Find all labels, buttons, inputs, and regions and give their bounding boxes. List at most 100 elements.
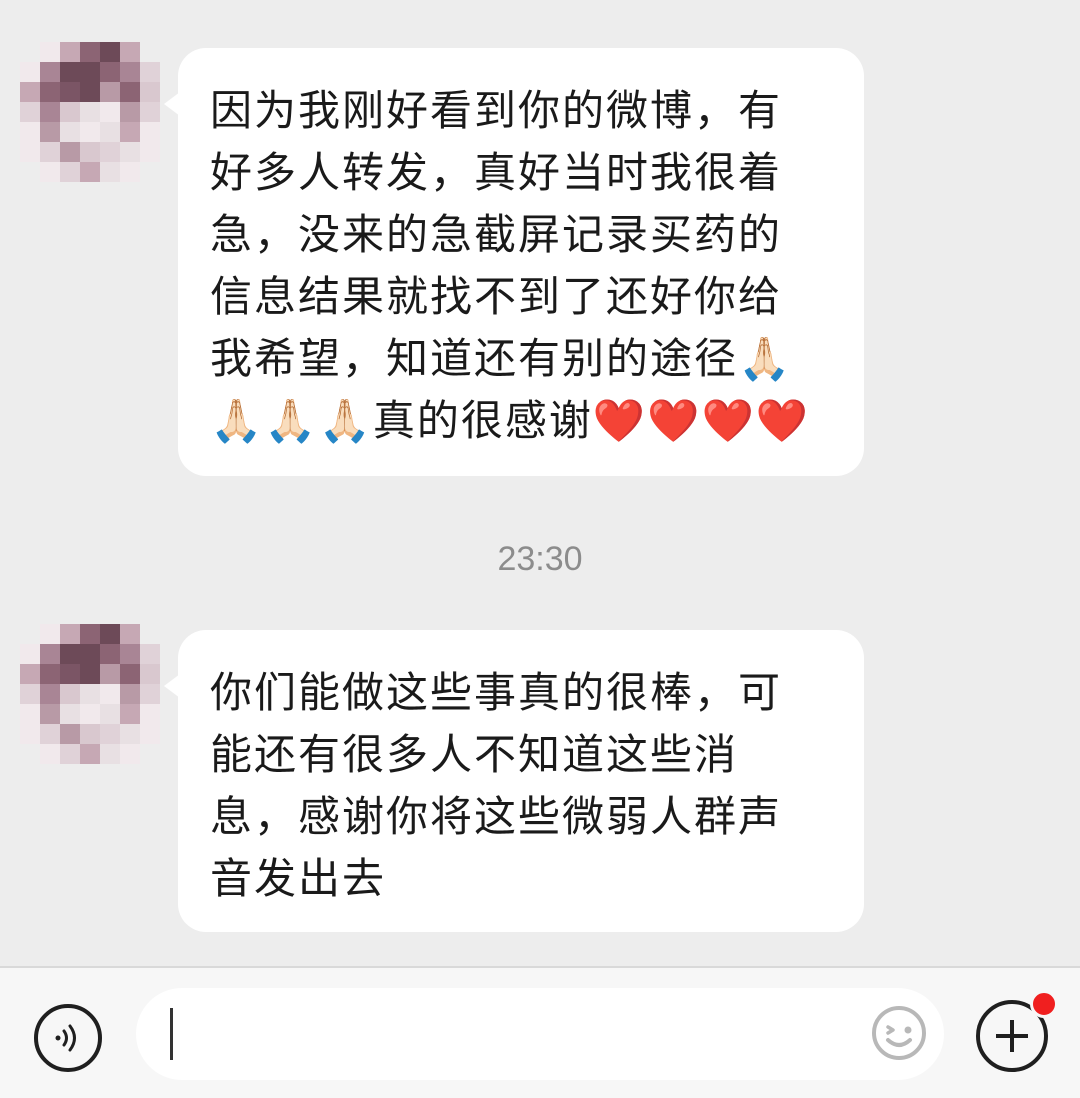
avatar-pixel [20, 724, 40, 744]
message-text-line: 我希望，知道还有别的途径🙏🏻 [210, 334, 793, 383]
avatar-pixel [20, 102, 40, 122]
avatar-pixel [140, 744, 160, 764]
avatar-pixel [80, 142, 100, 162]
avatar-pixel [80, 684, 100, 704]
avatar-pixel [40, 162, 60, 182]
avatar-pixel [140, 62, 160, 82]
notification-dot [1030, 990, 1058, 1018]
avatar-pixel [40, 62, 60, 82]
avatar-pixel [80, 102, 100, 122]
avatar-pixel [20, 684, 40, 704]
avatar-pixel [100, 102, 120, 122]
avatar-pixel [120, 624, 140, 644]
message-input-field[interactable] [136, 988, 944, 1080]
avatar-pixel [120, 62, 140, 82]
avatar-pixel [60, 724, 80, 744]
avatar-pixel [20, 62, 40, 82]
avatar-pixel [60, 102, 80, 122]
avatar-pixel [40, 744, 60, 764]
avatar-pixel [80, 664, 100, 684]
avatar-pixel [40, 684, 60, 704]
avatar-pixel [40, 102, 60, 122]
avatar-pixel [120, 102, 140, 122]
avatar-pixel [140, 624, 160, 644]
avatar-pixel [60, 162, 80, 182]
avatar-pixel [80, 624, 100, 644]
voice-input-button[interactable] [34, 1004, 102, 1072]
avatar-pixel [60, 744, 80, 764]
avatar-pixel [100, 644, 120, 664]
avatar-pixel [100, 42, 120, 62]
message-text-line: 信息结果就找不到了还好你给 [210, 272, 783, 321]
message-bubble[interactable]: 因为我刚好看到你的微博，有 好多人转发，真好当时我很着 急，没来的急截屏记录买药… [164, 48, 864, 476]
text-caret [170, 1008, 173, 1060]
message-text-line: 音发出去 [210, 854, 387, 903]
message-text-line: 能还有很多人不知道这些消 [210, 730, 739, 779]
avatar-pixel [100, 162, 120, 182]
avatar-pixel [120, 684, 140, 704]
avatar-pixel [60, 624, 80, 644]
avatar-pixel [120, 162, 140, 182]
avatar-pixel [20, 744, 40, 764]
message-text-line: 息，感谢你将这些微弱人群声 [210, 792, 783, 841]
contact-avatar[interactable] [20, 42, 160, 182]
message-text-line: 🙏🏻🙏🏻🙏🏻真的很感谢❤️❤️❤️❤️ [210, 396, 811, 445]
avatar-pixel [80, 724, 100, 744]
avatar-pixel [120, 122, 140, 142]
avatar-pixel [80, 122, 100, 142]
avatar-pixel [20, 704, 40, 724]
avatar-pixel [140, 704, 160, 724]
avatar-pixel [20, 122, 40, 142]
avatar-pixel [20, 624, 40, 644]
avatar-pixel [100, 684, 120, 704]
avatar-pixel [80, 82, 100, 102]
emoji-button[interactable] [870, 1004, 928, 1062]
avatar-pixel [60, 704, 80, 724]
avatar-pixel [140, 724, 160, 744]
avatar-pixel [100, 122, 120, 142]
avatar-pixel [140, 684, 160, 704]
emoji-smile-icon [872, 1006, 926, 1060]
message-text-line: 因为我刚好看到你的微博，有 [210, 86, 783, 135]
avatar-pixel [80, 62, 100, 82]
avatar-pixel [100, 62, 120, 82]
avatar-pixel [20, 82, 40, 102]
avatar-pixel [60, 142, 80, 162]
avatar-pixel [100, 142, 120, 162]
avatar-pixel [140, 102, 160, 122]
avatar-pixel [60, 122, 80, 142]
avatar-pixel [80, 704, 100, 724]
avatar-pixel [100, 704, 120, 724]
avatar-pixel [40, 82, 60, 102]
avatar-pixel [60, 664, 80, 684]
avatar-pixel [120, 744, 140, 764]
avatar-pixel [140, 82, 160, 102]
chat-input-bar [0, 966, 1080, 1098]
avatar-pixel [80, 42, 100, 62]
avatar-pixel [40, 724, 60, 744]
avatar-pixel [40, 624, 60, 644]
avatar-pixel [100, 724, 120, 744]
avatar-pixel [60, 82, 80, 102]
avatar-pixel [40, 664, 60, 684]
avatar-pixel [40, 704, 60, 724]
avatar-pixel [20, 644, 40, 664]
contact-avatar[interactable] [20, 624, 160, 764]
avatar-pixel [120, 142, 140, 162]
message-text-line: 你们能做这些事真的很棒，可 [210, 668, 783, 717]
message-bubble[interactable]: 你们能做这些事真的很棒，可 能还有很多人不知道这些消 息，感谢你将这些微弱人群声… [164, 630, 864, 932]
avatar-pixel [80, 744, 100, 764]
avatar-pixel [120, 82, 140, 102]
avatar-pixel [20, 162, 40, 182]
voice-wave-icon [55, 1024, 76, 1052]
avatar-pixel [40, 644, 60, 664]
avatar-pixel [120, 724, 140, 744]
avatar-pixel [60, 684, 80, 704]
avatar-pixel [140, 122, 160, 142]
avatar-pixel [100, 744, 120, 764]
avatar-pixel [20, 42, 40, 62]
avatar-pixel [120, 704, 140, 724]
message-text-line: 好多人转发，真好当时我很着 [210, 148, 783, 197]
avatar-pixel [80, 644, 100, 664]
avatar-pixel [100, 624, 120, 644]
